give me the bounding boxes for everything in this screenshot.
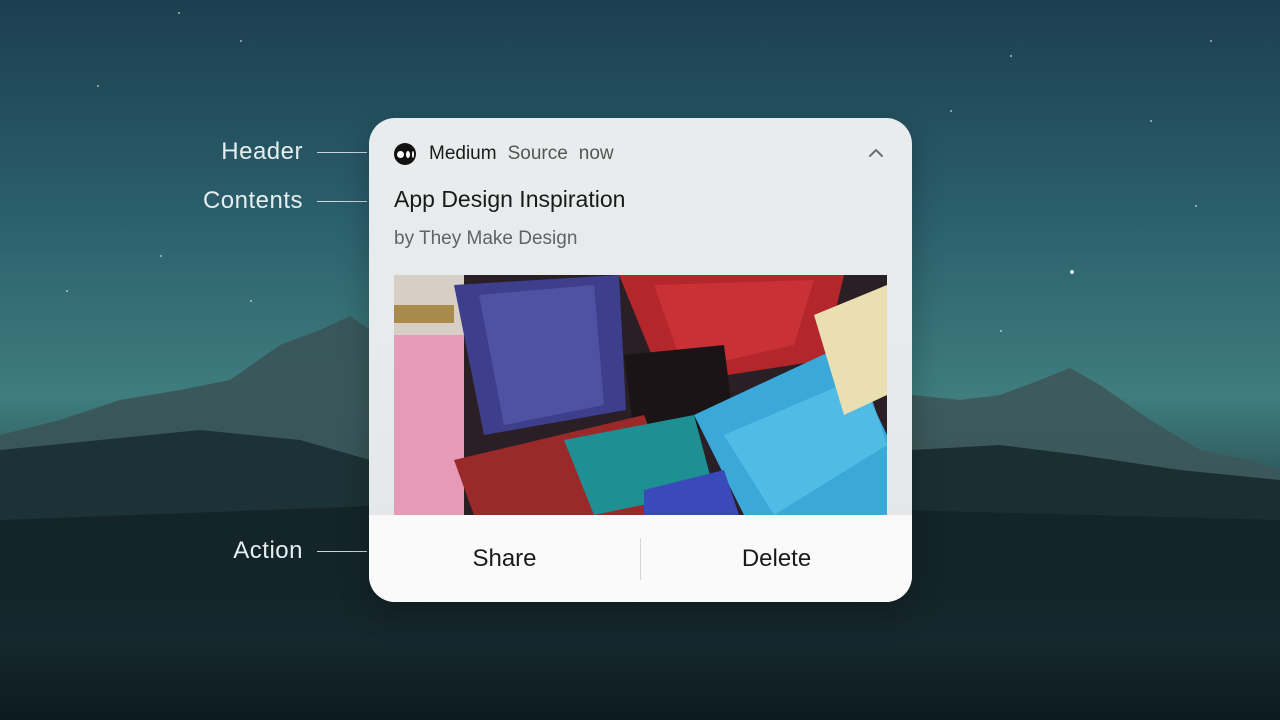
notification-header: Medium Source now <box>394 141 887 167</box>
callout-action-label: Action <box>233 537 303 564</box>
callout-action-line <box>317 550 367 552</box>
paint-brushes-photo <box>394 275 887 515</box>
delete-button[interactable]: Delete <box>641 545 912 573</box>
callout-action: Action <box>150 537 367 565</box>
share-button[interactable]: Share <box>369 545 640 573</box>
callout-header: Header <box>150 138 367 166</box>
notification-title: App Design Inspiration <box>394 186 626 212</box>
medium-app-icon <box>394 143 416 165</box>
notification-subtitle: by They Make Design <box>394 228 578 249</box>
chevron-up-icon[interactable] <box>867 144 885 162</box>
notification-actions: Share Delete <box>369 515 912 602</box>
app-name: Medium <box>429 143 497 164</box>
callout-contents: Contents <box>150 187 367 215</box>
callout-contents-label: Contents <box>202 187 303 214</box>
source-label: Source <box>507 143 568 164</box>
notification-card[interactable]: Medium Source now App Design Inspiration… <box>369 118 912 602</box>
callout-contents-line <box>317 200 367 202</box>
callout-header-line <box>317 151 367 153</box>
timestamp: now <box>578 143 614 164</box>
fog-layer <box>0 590 1280 720</box>
callout-header-label: Header <box>221 138 303 165</box>
